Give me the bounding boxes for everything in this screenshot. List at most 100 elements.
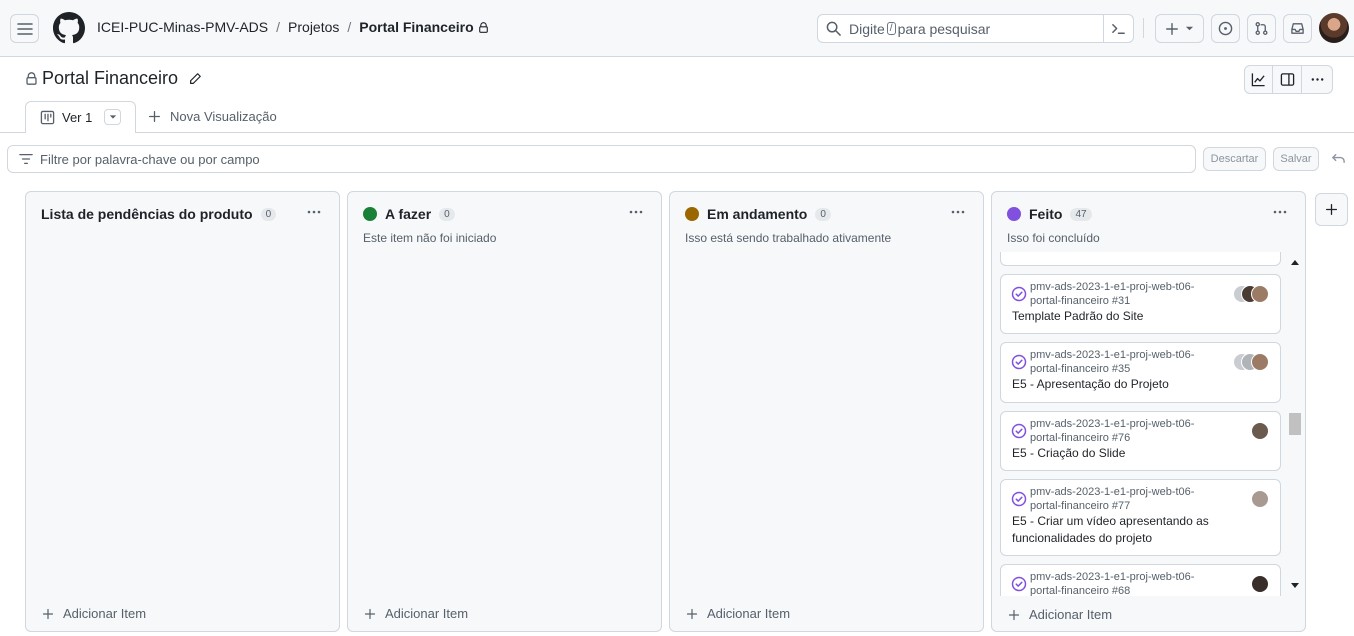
column-header: A fazer 0 [363, 206, 455, 222]
issue-closed-icon [1011, 491, 1027, 507]
scroll-down-arrow-icon[interactable] [1291, 583, 1299, 589]
menu-icon [16, 22, 33, 35]
tab-view-1-label: Ver 1 [62, 110, 93, 125]
add-item-label: Adicionar Item [1029, 607, 1113, 622]
inbox-icon [1291, 23, 1304, 34]
add-item-button[interactable]: Adicionar Item [1008, 607, 1112, 622]
card-repo-reference[interactable]: pmv-ads-2023-1-e1-proj-web-t06-portal-fi… [1030, 417, 1205, 445]
board-column-backlog: Lista de pendências do produto 0 Adicion… [25, 191, 340, 632]
user-avatar[interactable] [1319, 13, 1349, 43]
pull-requests-button[interactable] [1247, 14, 1276, 43]
add-item-button[interactable]: Adicionar Item [686, 606, 790, 621]
avatar[interactable] [1251, 575, 1269, 593]
side-panel-button[interactable] [1273, 65, 1302, 94]
status-dot [1007, 207, 1021, 221]
board-column-done: Feito 47 Isso foi concluído pmv-ads-2023… [991, 191, 1306, 632]
add-item-button[interactable]: Adicionar Item [364, 606, 468, 621]
column-count: 47 [1070, 207, 1092, 221]
save-button[interactable]: Salvar [1273, 147, 1319, 171]
card-repo-reference[interactable]: pmv-ads-2023-1-e1-proj-web-t06-portal-fi… [1030, 485, 1205, 513]
add-item-label: Adicionar Item [63, 606, 147, 621]
card-repo-reference[interactable]: pmv-ads-2023-1-e1-proj-web-t06-portal-fi… [1030, 348, 1205, 376]
kebab-horizontal-icon[interactable] [1272, 204, 1288, 220]
scroll-up-arrow-icon[interactable] [1291, 259, 1299, 265]
search-icon [826, 21, 841, 36]
issues-button[interactable] [1211, 14, 1240, 43]
new-view-button[interactable]: Nova Visualização [148, 109, 277, 124]
issue-card[interactable]: pmv-ads-2023-1-e1-proj-web-t06-portal-fi… [1000, 342, 1281, 403]
issue-closed-icon [1011, 286, 1027, 302]
avatar[interactable] [1251, 285, 1269, 303]
card-repo-reference[interactable]: pmv-ads-2023-1-e1-proj-web-t06-portal-fi… [1030, 570, 1205, 596]
issue-closed-icon [1011, 354, 1027, 370]
tabs-divider [0, 132, 1354, 133]
card-title[interactable]: E5 - Criar um vídeo apresentando as func… [1012, 513, 1232, 547]
add-item-button[interactable]: Adicionar Item [42, 606, 146, 621]
column-description: Este item não foi iniciado [363, 231, 497, 245]
avatar[interactable] [1251, 353, 1269, 371]
column-description: Isso foi concluído [1007, 231, 1100, 245]
issue-card[interactable]: pmv-ads-2023-1-e1-proj-web-t06-portal-fi… [1000, 479, 1281, 556]
issue-card[interactable]: pmv-ads-2023-1-e1-proj-web-t06-portal-fi… [1000, 411, 1281, 471]
toolbar-divider [1143, 18, 1144, 38]
issues-icon [1218, 21, 1233, 36]
avatar[interactable] [1251, 422, 1269, 440]
graph-icon [1251, 73, 1265, 87]
plus-icon [42, 608, 54, 619]
issue-card[interactable]: pmv-ads-2023-1-e1-proj-web-t06-portal-fi… [1000, 564, 1281, 596]
add-item-label: Adicionar Item [707, 606, 791, 621]
kebab-horizontal-icon[interactable] [950, 204, 966, 220]
insights-button[interactable] [1244, 65, 1273, 94]
column-count: 0 [439, 207, 455, 221]
column-description: Isso está sendo trabalhado ativamente [685, 231, 892, 245]
kebab-horizontal-icon [1311, 78, 1323, 81]
card-list[interactable]: pmv-ads-2023-1-e1-proj-web-t06-portal-fi… [1000, 252, 1282, 596]
card-title[interactable]: E5 - Criação do Slide [1012, 445, 1232, 462]
project-more-button[interactable] [1302, 65, 1333, 94]
column-scrollbar[interactable] [1288, 253, 1302, 597]
tab-options-button[interactable] [104, 109, 121, 125]
top-navigation-bar: ICEI-PUC-Minas-PMV-ADS / Projetos / Port… [0, 0, 1354, 57]
column-title: Em andamento [707, 206, 808, 222]
filter-icon [19, 153, 33, 165]
breadcrumb: ICEI-PUC-Minas-PMV-ADS / Projetos / Port… [97, 19, 489, 35]
filter-input[interactable]: Filtre por palavra-chave ou por campo [7, 145, 1196, 173]
breadcrumb-project-link[interactable]: Portal Financeiro [359, 19, 473, 35]
scrollbar-thumb[interactable] [1289, 413, 1301, 435]
inbox-button[interactable] [1283, 14, 1312, 43]
status-dot [685, 207, 699, 221]
breadcrumb-org-link[interactable]: ICEI-PUC-Minas-PMV-ADS [97, 19, 268, 35]
issue-card[interactable]: pmv-ads-2023-1-e1-proj-web-t06-portal-fi… [1000, 274, 1281, 334]
side-panel-icon [1280, 73, 1294, 86]
filter-placeholder: Filtre por palavra-chave ou por campo [40, 151, 260, 167]
command-palette-button[interactable] [1103, 15, 1133, 42]
add-column-button[interactable] [1315, 193, 1348, 226]
kebab-horizontal-icon[interactable] [628, 204, 644, 220]
avatar[interactable] [1251, 490, 1269, 508]
card-repo-reference[interactable]: pmv-ads-2023-1-e1-proj-web-t06-portal-fi… [1030, 280, 1205, 308]
column-title: Feito [1029, 206, 1063, 222]
discard-button[interactable]: Descartar [1203, 147, 1266, 171]
undo-icon[interactable] [1331, 151, 1346, 166]
issue-card[interactable] [1000, 252, 1281, 266]
plus-icon [148, 110, 161, 123]
plus-icon [1008, 609, 1020, 620]
menu-button[interactable] [10, 14, 39, 43]
card-title[interactable]: E5 - Apresentação do Projeto [1012, 376, 1232, 393]
breadcrumb-separator: / [276, 19, 281, 35]
search-input[interactable]: Digite / para pesquisar [817, 14, 1134, 43]
breadcrumb-projects-link[interactable]: Projetos [288, 19, 339, 35]
card-title[interactable]: Template Padrão do Site [1012, 308, 1232, 325]
column-title: Lista de pendências do produto [41, 206, 253, 222]
github-logo[interactable] [53, 12, 85, 44]
pull-requests-icon [1255, 22, 1268, 35]
search-placeholder-suffix: para pesquisar [897, 20, 991, 37]
create-new-button[interactable] [1155, 14, 1204, 43]
new-view-label: Nova Visualização [170, 109, 277, 124]
kebab-horizontal-icon[interactable] [306, 204, 322, 220]
column-count: 0 [815, 207, 831, 221]
pencil-icon[interactable] [188, 72, 202, 86]
command-palette-icon [1112, 24, 1125, 34]
tab-view-1[interactable]: Ver 1 [25, 101, 136, 133]
search-shortcut-key: / [886, 22, 896, 35]
